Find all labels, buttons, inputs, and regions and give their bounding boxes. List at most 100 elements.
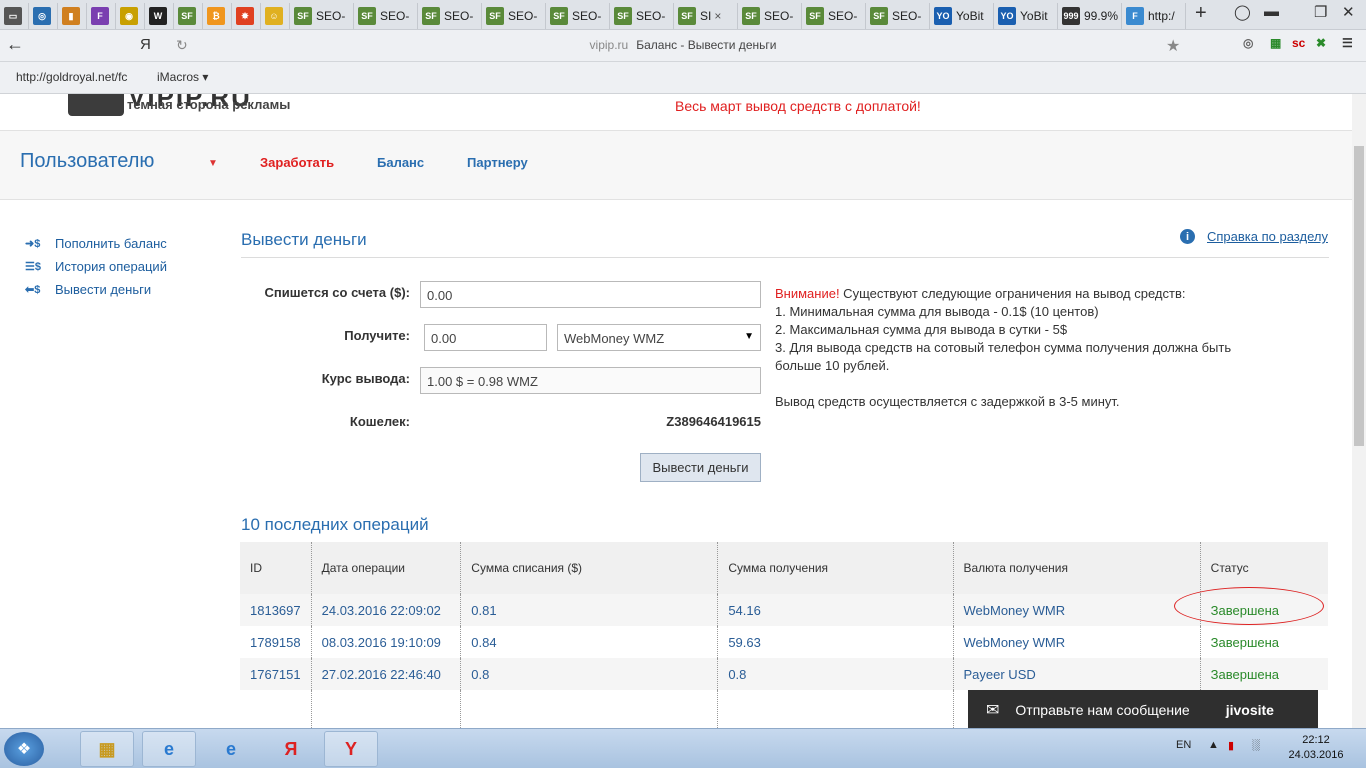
globe-icon[interactable]: ◎: [1243, 36, 1253, 50]
url-host: vipip.ru: [589, 38, 629, 52]
promo-banner[interactable]: Весь март вывод средств с доплатой!: [675, 98, 921, 114]
browser-tab[interactable]: 999 99.9%: [1058, 3, 1122, 29]
sidebar-item-label: Вывести деньги: [55, 282, 152, 297]
sidebar-item[interactable]: ☰$ История операций: [25, 255, 167, 278]
currency-select[interactable]: WebMoney WMZ ▼: [557, 324, 761, 351]
browser-tab[interactable]: Fhttp:/: [1122, 3, 1186, 29]
browser-tab[interactable]: SF SEO-: [482, 3, 546, 29]
column-header[interactable]: Дата операции: [311, 542, 462, 594]
user-icon[interactable]: ◯: [1234, 3, 1251, 21]
browser-tab[interactable]: ₿: [203, 3, 232, 29]
bitcoin-icon: ₿: [207, 7, 225, 25]
browser-tab[interactable]: SF SEO-: [546, 3, 610, 29]
cross-extension-icon[interactable]: ✖: [1316, 36, 1326, 50]
explorer-icon[interactable]: ▦: [80, 731, 134, 767]
scrollbar-thumb[interactable]: [1354, 146, 1364, 446]
table-cell: 08.03.2016 19:10:09: [311, 626, 462, 658]
browser-tab[interactable]: ✸: [232, 3, 261, 29]
yandex-icon[interactable]: Я: [264, 731, 318, 767]
page-title: Баланс - Вывести деньги: [636, 38, 777, 52]
column-header[interactable]: Статус: [1200, 542, 1328, 594]
tab-label: SEO-: [444, 9, 474, 23]
column-header[interactable]: Сумма получения: [717, 542, 954, 594]
browser-tab[interactable]: SF SI ×: [674, 3, 738, 29]
column-header[interactable]: ID: [240, 542, 312, 594]
sidebar: ➜$ Пополнить баланс ☰$ История операций ⬅$ Вы…: [25, 232, 167, 301]
start-button[interactable]: ❖: [4, 732, 44, 766]
operations-title: 10 последних операций: [241, 515, 429, 534]
browser-tab[interactable]: SF SEO-: [738, 3, 802, 29]
system-clock[interactable]: 22:12 24.03.2016: [1286, 733, 1346, 763]
page-scrollbar[interactable]: [1352, 94, 1366, 728]
table-cell: Завершена: [1210, 634, 1280, 650]
table-cell: 1789158: [240, 626, 312, 658]
extension-icon[interactable]: ▦: [1270, 36, 1281, 50]
sf-icon: SF: [870, 7, 888, 25]
sidebar-item[interactable]: ⬅$ Вывести деньги: [25, 278, 167, 301]
restore-icon[interactable]: ❐: [1314, 3, 1327, 21]
tray-expand-icon[interactable]: ▲: [1208, 739, 1219, 751]
browser-tab-strip: ▭ ◎ ▮ F ◉ W SF ₿ ✸ ☺ SF SEO- SF SEO- SF SEO- SF SEO- SF SEO…: [0, 0, 1366, 30]
yobit-icon: YO: [934, 7, 952, 25]
browser-tab[interactable]: ▮: [58, 3, 87, 29]
help-link-group[interactable]: i Справка по разделу: [1180, 229, 1328, 244]
nav-balance[interactable]: Баланс: [377, 155, 424, 170]
bookmarks-bar: http://goldroyal.net/fc iMacros ▾: [0, 62, 1366, 94]
sc-extension-icon[interactable]: sc: [1292, 36, 1305, 50]
signal-icon[interactable]: ░: [1252, 739, 1260, 751]
receive-input[interactable]: 0.00: [424, 324, 547, 351]
column-header[interactable]: Сумма списания ($): [460, 542, 719, 594]
bookmark-star-icon[interactable]: ★: [1166, 36, 1180, 56]
browser-tab[interactable]: ◉: [116, 3, 145, 29]
browser-tab[interactable]: SF: [174, 3, 203, 29]
network-icon[interactable]: ▮: [1228, 739, 1234, 752]
envelope-icon: ✉: [986, 702, 1000, 719]
ie-icon[interactable]: e: [142, 731, 196, 767]
table-cell: Payeer USD: [953, 658, 1201, 690]
warning-label: Внимание!: [775, 286, 840, 301]
menu-icon[interactable]: ☰: [1342, 36, 1353, 50]
sidebar-item[interactable]: ➜$ Пополнить баланс: [25, 232, 167, 255]
browser-tab[interactable]: ▭: [0, 3, 29, 29]
bookmark-imacros[interactable]: iMacros ▾: [157, 70, 208, 84]
browser-tab[interactable]: ☺: [261, 3, 290, 29]
language-indicator[interactable]: EN: [1176, 739, 1191, 751]
browser-tab[interactable]: YO YoBit: [930, 3, 994, 29]
logo-icon[interactable]: [68, 94, 124, 116]
browser-tab[interactable]: SF SEO-: [354, 3, 418, 29]
browser-tab[interactable]: SF SEO-: [866, 3, 930, 29]
new-tab-button[interactable]: +: [1195, 2, 1207, 25]
chevron-down-icon[interactable]: ▼: [208, 158, 218, 169]
browser-tab[interactable]: YO YoBit: [994, 3, 1058, 29]
browser-tab[interactable]: SF SEO-: [610, 3, 674, 29]
nav-user-menu[interactable]: Пользователю: [20, 150, 154, 173]
browser-tab[interactable]: F: [87, 3, 116, 29]
main-nav: Пользователю ▼ Заработать Баланс Партнер…: [0, 130, 1352, 200]
sf-icon: SF: [678, 7, 696, 25]
sf-icon: SF: [486, 7, 504, 25]
yobit-icon: YO: [998, 7, 1016, 25]
close-window-icon[interactable]: ✕: [1342, 3, 1355, 21]
browser-tab[interactable]: SF SEO-: [802, 3, 866, 29]
sf-icon: SF: [358, 7, 376, 25]
browser-tab[interactable]: W: [145, 3, 174, 29]
withdraw-button[interactable]: Вывести деньги: [640, 453, 761, 482]
url-field[interactable]: vipip.ru Баланс - Вывести деньги: [0, 38, 1366, 52]
nav-partner[interactable]: Партнеру: [467, 155, 528, 170]
chat-widget[interactable]: ✉ Отправьте нам сообщение jivosite: [968, 690, 1318, 728]
browser-tab[interactable]: SF SEO-: [418, 3, 482, 29]
bookmark-goldroyal[interactable]: http://goldroyal.net/fc: [16, 70, 127, 84]
help-link[interactable]: Справка по разделу: [1207, 229, 1328, 244]
browser-tab[interactable]: SF SEO-: [290, 3, 354, 29]
table-cell: 1813697: [240, 594, 312, 626]
column-header[interactable]: Валюта получения: [953, 542, 1201, 594]
minimize-icon[interactable]: ▬: [1264, 3, 1279, 20]
table-row: 1767151 27.02.2016 22:46:40 0.8 0.8 Payeer U…: [240, 658, 1328, 690]
browser-tab[interactable]: ◎: [29, 3, 58, 29]
sf-icon: SF: [294, 7, 312, 25]
ie-pinned-icon[interactable]: e: [204, 731, 258, 767]
close-icon[interactable]: ×: [714, 9, 721, 23]
yandex-browser-icon[interactable]: Y: [324, 731, 378, 767]
debit-input[interactable]: 0.00: [420, 281, 761, 308]
nav-earn[interactable]: Заработать: [260, 155, 334, 170]
